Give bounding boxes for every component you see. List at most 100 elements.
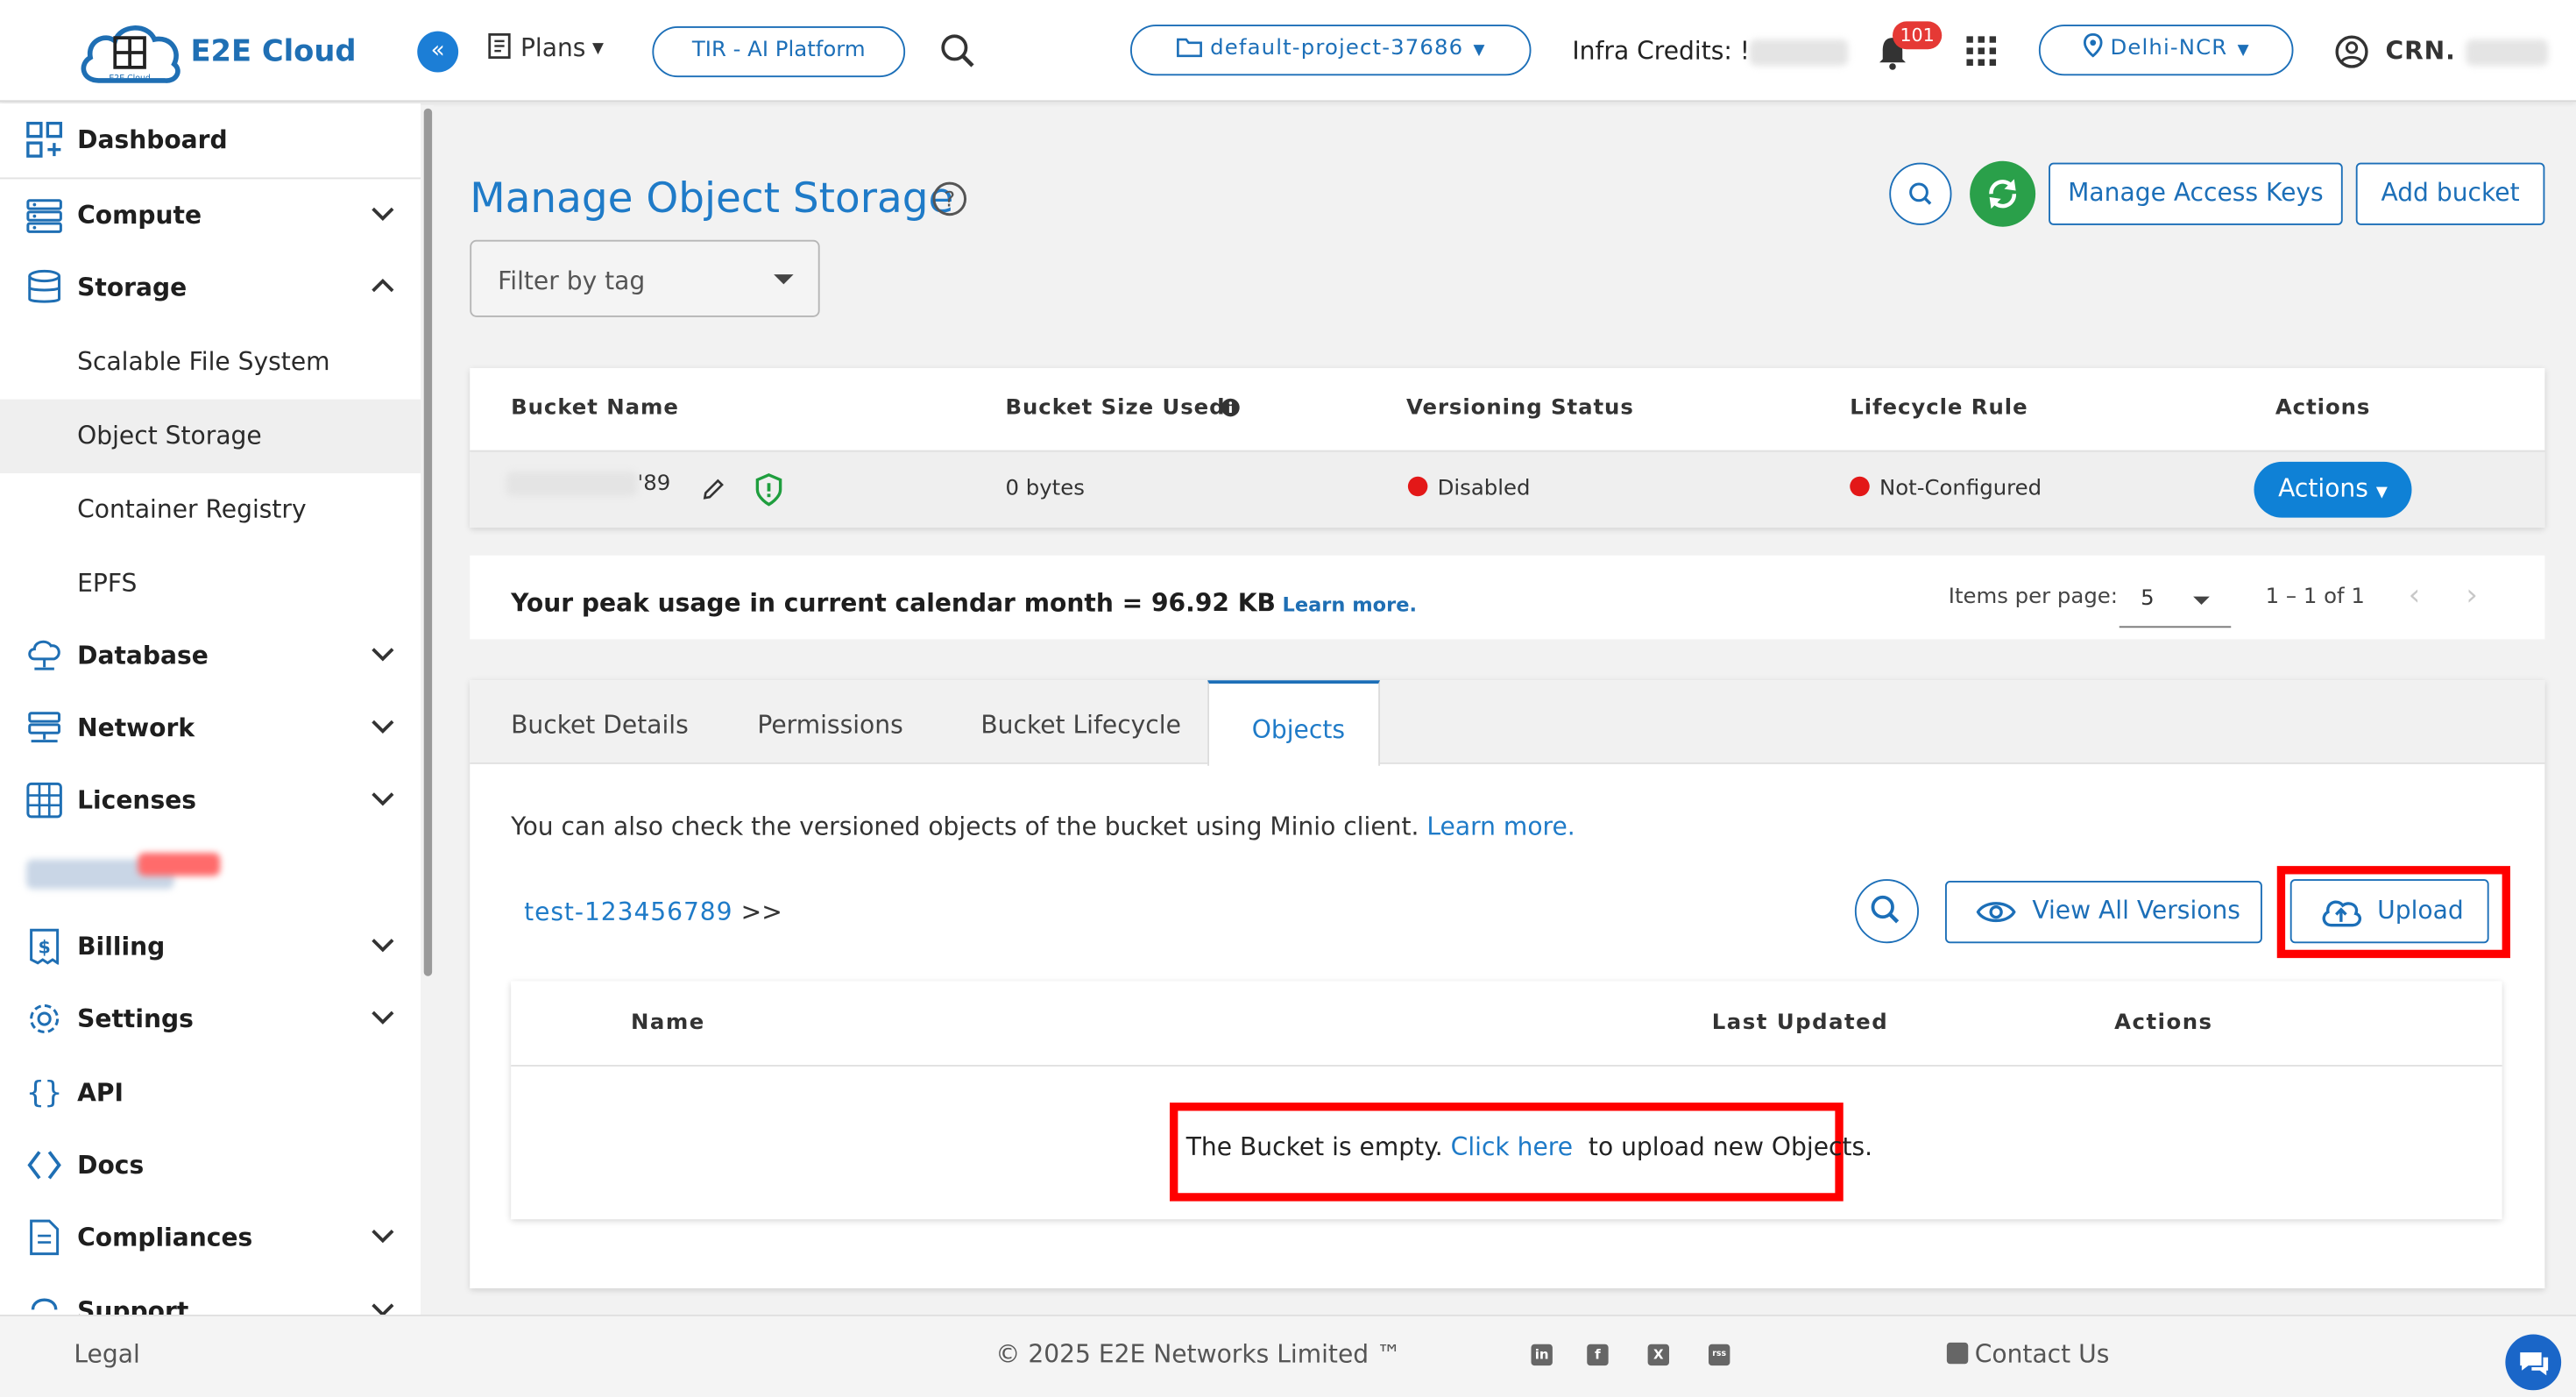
sidebar-sub-label: Object Storage (77, 421, 262, 450)
minio-text: You can also check the versioned objects… (511, 812, 1419, 841)
apps-grid-icon[interactable] (1966, 36, 1997, 66)
tab-bucket-lifecycle[interactable]: Bucket Lifecycle (980, 710, 1181, 740)
sidebar-item-compliances[interactable]: Compliances (0, 1202, 421, 1274)
col-lifecycle-rule: Lifecycle Rule (1850, 395, 2028, 421)
sidebar-sub-scalable-file-system[interactable]: Scalable File System (0, 325, 421, 399)
tab-permissions[interactable]: Permissions (757, 710, 902, 740)
rss-icon[interactable]: rss (1709, 1344, 1730, 1366)
region-selector[interactable]: Delhi-NCR ▼ (2038, 25, 2294, 76)
row-actions-button[interactable]: Actions ▼ (2254, 461, 2412, 518)
tir-platform-button[interactable]: TIR - AI Platform (652, 26, 906, 78)
chevron-down-icon[interactable] (372, 1228, 394, 1245)
region-label: Delhi-NCR (2110, 36, 2228, 61)
cloud-upload-icon (2322, 900, 2362, 927)
sidebar-item-storage[interactable]: Storage (0, 252, 421, 324)
items-per-page-label: Items per page: (1948, 585, 2119, 610)
plans-menu[interactable]: Plans ▼ (486, 32, 604, 63)
linkedin-icon[interactable]: in (1531, 1344, 1553, 1366)
minio-learn-more-link[interactable]: Learn more. (1426, 812, 1575, 841)
tab-bucket-details[interactable]: Bucket Details (511, 710, 689, 740)
lifecycle-rule-text: Not-Configured (1879, 476, 2042, 501)
sidebar-sub-object-storage[interactable]: Object Storage (0, 399, 421, 473)
click-here-upload-link[interactable]: Click here (1451, 1132, 1573, 1162)
account-crn[interactable]: CRN. (2386, 36, 2548, 66)
help-icon[interactable]: ? (931, 181, 967, 216)
peak-learn-more-link[interactable]: Learn more. (1282, 593, 1417, 616)
peak-usage-text: Your peak usage in current calendar mont… (511, 588, 1417, 618)
filter-by-tag-select[interactable]: Filter by tag (470, 239, 820, 317)
sidebar-item-support[interactable]: Support (0, 1275, 421, 1315)
sidebar-item-network[interactable]: Network (0, 691, 421, 764)
facebook-icon[interactable]: f (1587, 1344, 1609, 1366)
upload-button[interactable]: Upload (2289, 879, 2489, 944)
sidebar-item-redacted[interactable] (0, 836, 421, 909)
sidebar-label: Billing (77, 932, 166, 961)
prev-page-button[interactable]: ‹ (2409, 578, 2421, 613)
chat-icon (2520, 1352, 2549, 1376)
shield-icon[interactable] (754, 473, 784, 507)
sidebar-sub-label: Container Registry (77, 494, 307, 525)
chevron-down-icon[interactable] (372, 937, 394, 954)
chevron-up-icon[interactable] (372, 278, 394, 294)
manage-access-keys-button[interactable]: Manage Access Keys (2049, 162, 2343, 225)
edit-pencil-icon[interactable] (700, 477, 726, 503)
minio-info-text: You can also check the versioned objects… (511, 812, 1575, 841)
info-icon[interactable] (1221, 398, 1241, 418)
svg-text:{}: {} (26, 1075, 62, 1110)
items-per-page-select[interactable]: 5 (2119, 569, 2232, 628)
object-search-button[interactable] (1854, 879, 1919, 944)
chevron-down-icon[interactable] (372, 718, 394, 734)
objects-table: Name Last Updated Actions The Bucket is … (511, 981, 2502, 1220)
sidebar-sub-container-registry[interactable]: Container Registry (0, 473, 421, 547)
sidebar-item-billing[interactable]: $ Billing (0, 911, 421, 983)
sidebar-scrollbar-thumb[interactable] (423, 108, 433, 976)
sidebar-item-settings[interactable]: Settings (0, 982, 421, 1055)
add-bucket-button[interactable]: Add bucket (2355, 162, 2545, 225)
lifecycle-rule-cell: Not-Configured (1850, 476, 2042, 501)
collapse-sidebar-button[interactable]: « (417, 31, 459, 73)
infra-credits-label: Infra Credits: ! (1572, 36, 1751, 66)
chevron-down-icon[interactable] (372, 791, 394, 807)
contact-us-link[interactable]: Contact Us (1946, 1339, 2109, 1369)
chevron-down-icon[interactable] (372, 1009, 394, 1025)
footer: Legal © 2025 E2E Networks Limited ™ in f… (0, 1315, 2576, 1397)
caret-down-icon: ▼ (2375, 485, 2388, 501)
bucket-search-button[interactable] (1889, 162, 1952, 225)
sidebar-item-licenses[interactable]: Licenses (0, 764, 421, 837)
grid-icon (26, 782, 62, 819)
chevron-down-icon[interactable] (372, 1301, 394, 1315)
chevron-down-icon[interactable] (372, 646, 394, 663)
view-all-versions-button[interactable]: View All Versions (1945, 881, 2262, 944)
bucket-name-cell[interactable]: '89 (506, 472, 670, 497)
col-actions: Actions (2275, 395, 2371, 421)
empty-text-after: to upload new Objects. (1588, 1131, 1873, 1162)
sidebar-item-api[interactable]: {} API (0, 1057, 421, 1130)
empty-text-before: The Bucket is empty. (1185, 1131, 1443, 1162)
next-page-button[interactable]: › (2466, 578, 2478, 613)
sidebar-item-database[interactable]: Database (0, 620, 421, 692)
project-selector[interactable]: default-project-37686 ▼ (1130, 25, 1532, 76)
caret-down-icon: ▼ (1473, 42, 1486, 60)
infra-credits: Infra Credits: ! (1572, 36, 1849, 66)
chat-button[interactable] (2505, 1334, 2562, 1391)
account-icon[interactable] (2334, 34, 2368, 68)
chevron-down-icon[interactable] (372, 205, 394, 222)
sidebar-item-dashboard[interactable]: Dashboard (0, 103, 421, 176)
refresh-button[interactable] (1970, 160, 2036, 227)
plans-label: Plans (520, 32, 586, 63)
col-name: Name (631, 1011, 705, 1036)
sidebar-item-docs[interactable]: Docs (0, 1129, 421, 1202)
e2e-logo-icon[interactable]: E2E Cloud (75, 15, 184, 90)
search-icon[interactable] (940, 33, 976, 69)
sidebar-sub-epfs[interactable]: EPFS (0, 547, 421, 620)
tab-objects[interactable]: Objects (1207, 680, 1380, 766)
legal-link[interactable]: Legal (74, 1339, 139, 1369)
logo-text[interactable]: E2E Cloud (191, 34, 357, 68)
document-icon (30, 1219, 60, 1256)
sidebar: Dashboard Compute Storage Scalable File … (0, 103, 421, 1315)
redacted-badge (138, 853, 221, 876)
x-twitter-icon[interactable]: X (1647, 1344, 1669, 1366)
sidebar-label: Licenses (77, 785, 197, 815)
breadcrumb-bucket[interactable]: test-123456789 (524, 897, 732, 927)
sidebar-item-compute[interactable]: Compute (0, 179, 421, 252)
